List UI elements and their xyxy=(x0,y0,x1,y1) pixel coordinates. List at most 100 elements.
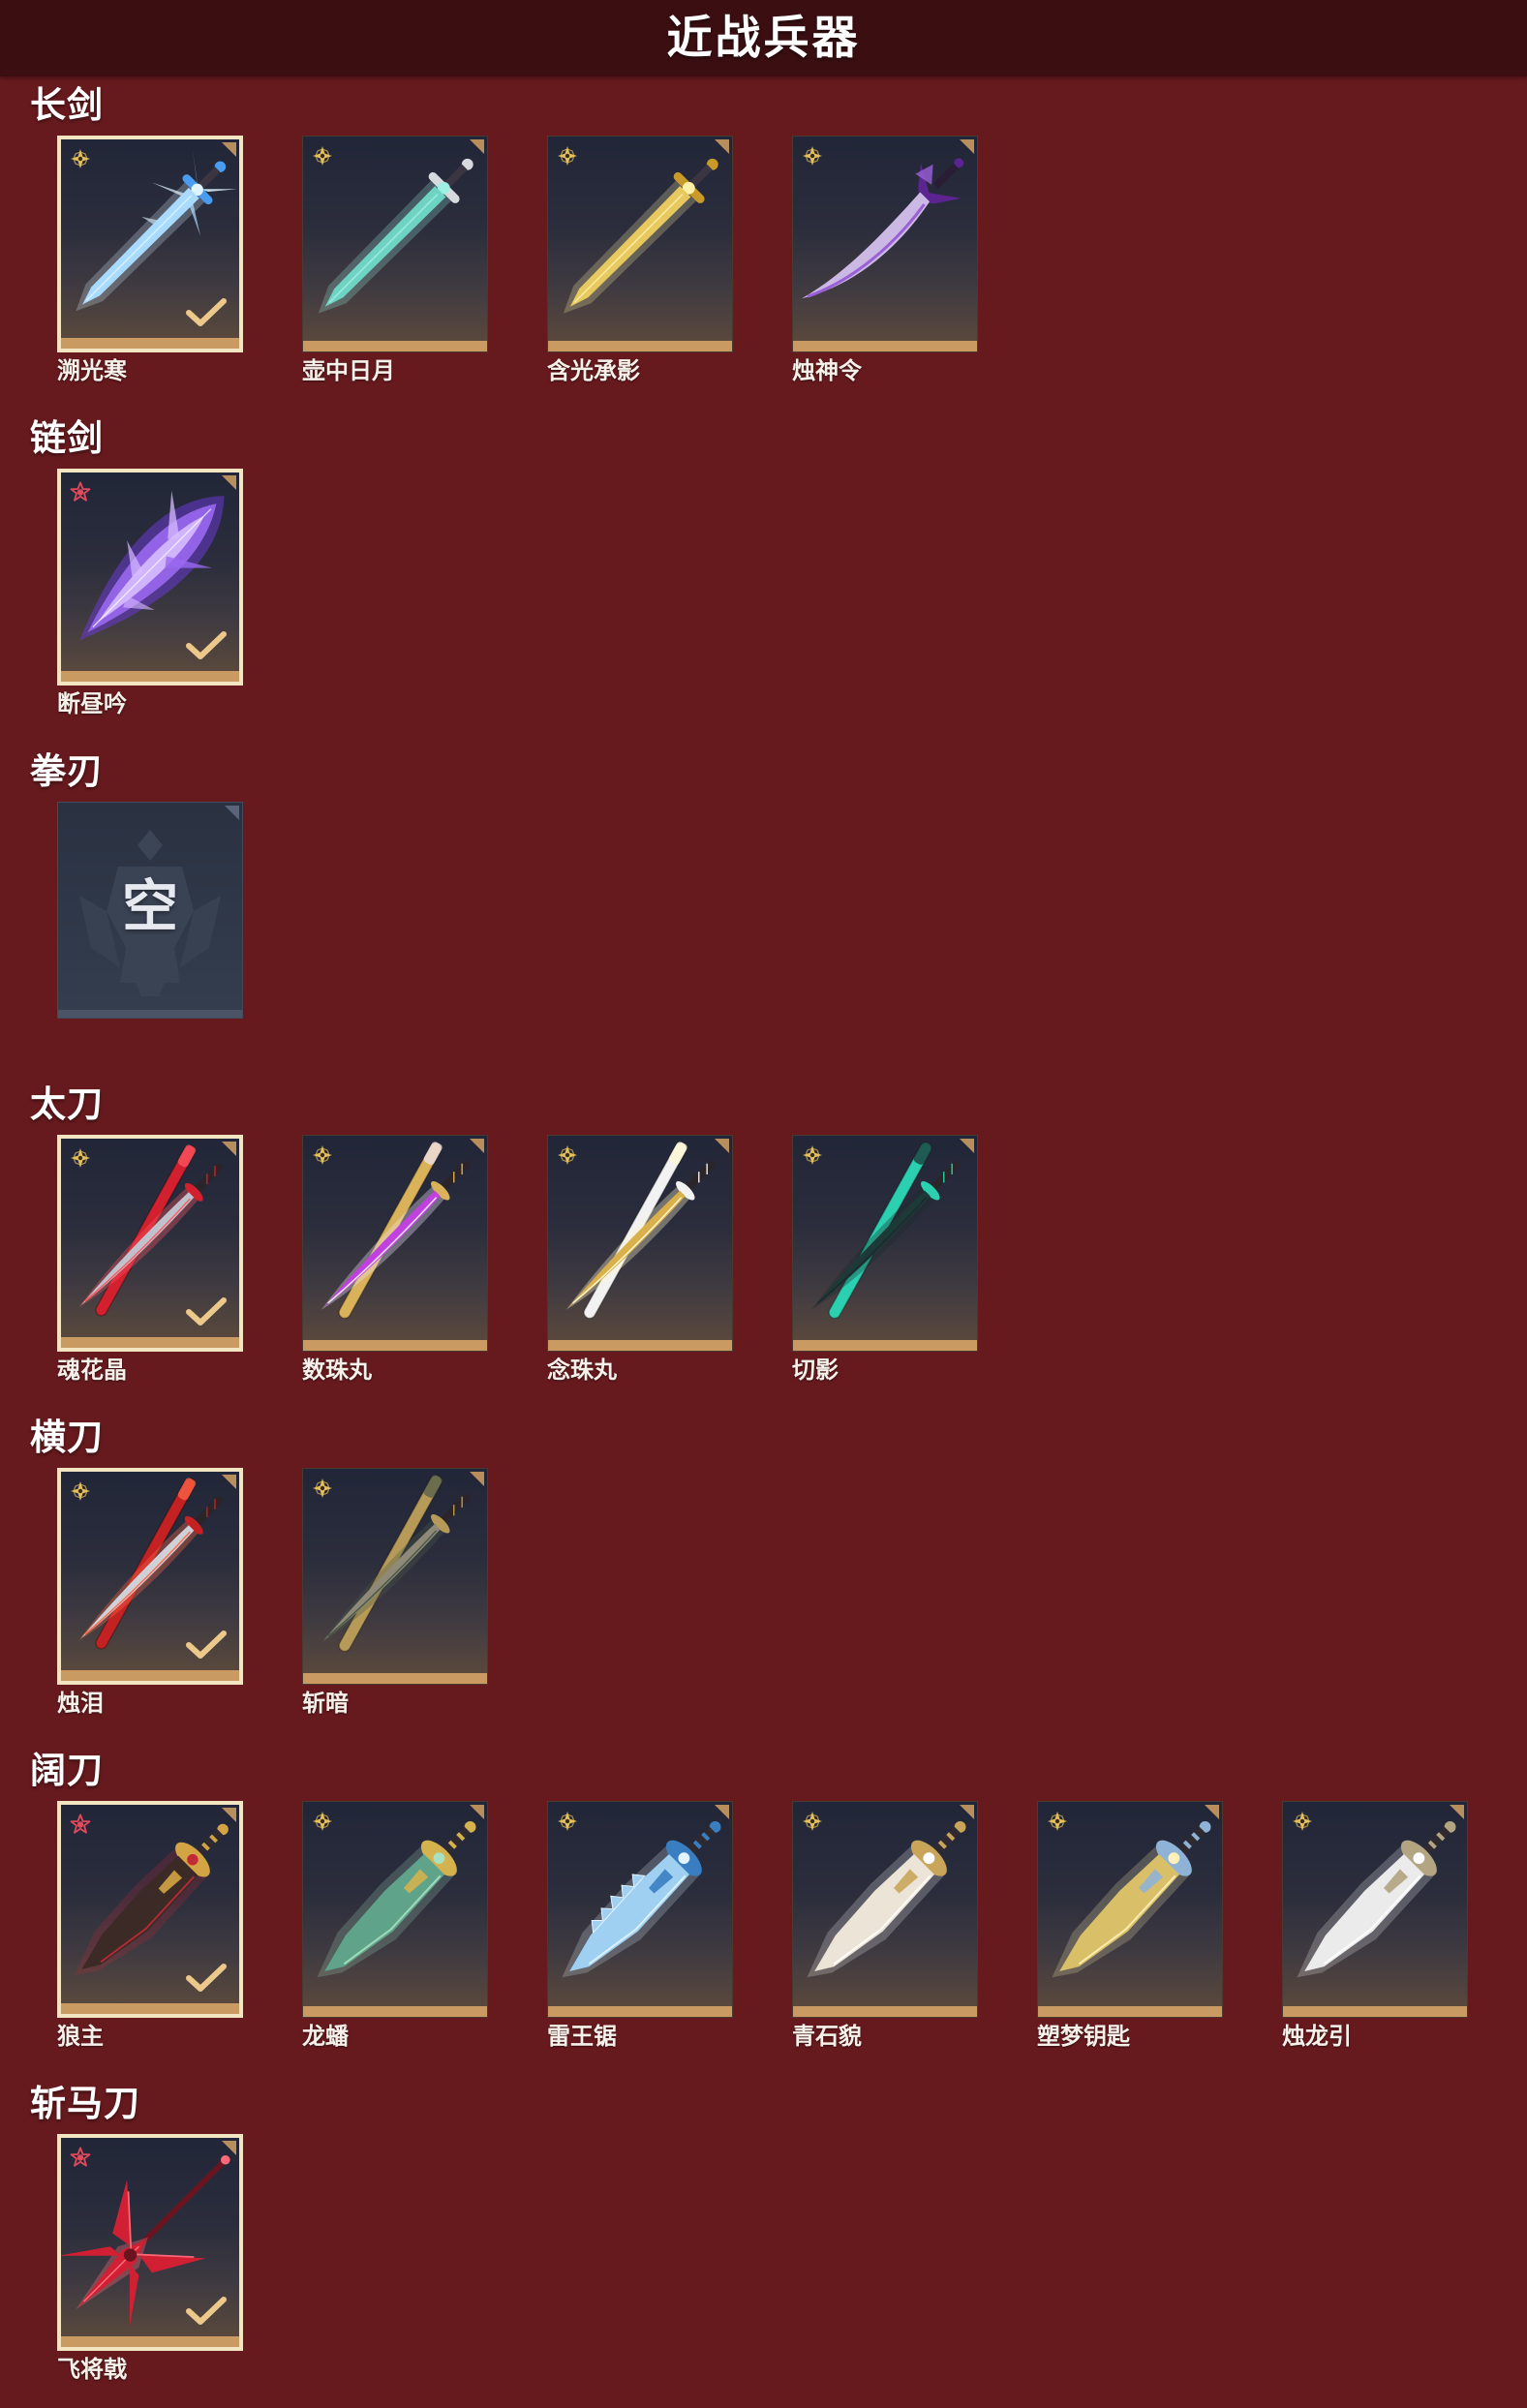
corner-tab-icon xyxy=(470,1472,484,1486)
card-bottom-bar xyxy=(793,1340,977,1351)
check-icon xyxy=(185,1296,228,1327)
corner-tab-icon xyxy=(222,142,236,157)
card-bottom-bar xyxy=(61,1337,239,1348)
weapon-card[interactable] xyxy=(57,1135,243,1352)
card-bottom-bar xyxy=(61,2003,239,2014)
weapon-card[interactable] xyxy=(547,1135,733,1352)
weapon-name: 斩暗 xyxy=(302,1690,349,1717)
gold-star-icon xyxy=(312,1811,333,1832)
weapon-image xyxy=(793,1802,977,2006)
section-title: 长剑 xyxy=(30,84,104,126)
page-title: 近战兵器 xyxy=(666,12,861,65)
weapon-image xyxy=(1038,1802,1222,2006)
section-title: 太刀 xyxy=(30,1083,104,1125)
weapon-card[interactable] xyxy=(792,1135,978,1352)
weapon-name: 断昼吟 xyxy=(57,690,127,717)
card-bottom-bar xyxy=(303,1340,487,1351)
weapon-card[interactable] xyxy=(302,1468,488,1685)
weapon-card[interactable] xyxy=(57,2134,243,2351)
weapon-card[interactable] xyxy=(792,136,978,352)
card-bottom-bar xyxy=(61,671,239,682)
weapon-image xyxy=(1283,1802,1467,2006)
weapon-image xyxy=(303,1136,487,1340)
gold-star-icon xyxy=(312,1144,333,1166)
corner-tab-icon xyxy=(470,139,484,154)
corner-tab-icon xyxy=(222,2141,236,2155)
weapon-name: 念珠丸 xyxy=(547,1356,617,1384)
empty-weapon-slot[interactable]: 空 xyxy=(57,802,243,1019)
weapon-section-hengdao: 横刀 烛泪 斩暗 xyxy=(0,1409,1527,1742)
card-bottom-bar xyxy=(58,1010,242,1018)
weapon-card[interactable] xyxy=(302,1801,488,2018)
weapon-image xyxy=(303,137,487,341)
gold-star-icon xyxy=(1047,1811,1068,1832)
weapon-name: 狼主 xyxy=(57,2023,104,2050)
gold-star-icon xyxy=(802,145,823,167)
weapon-card[interactable] xyxy=(1037,1801,1223,2018)
check-icon xyxy=(185,630,228,661)
gold-star-icon xyxy=(70,1480,91,1502)
corner-tab-icon xyxy=(960,1139,974,1153)
weapon-card[interactable] xyxy=(57,469,243,686)
corner-tab-icon xyxy=(470,1139,484,1153)
empty-slot-text: 空 xyxy=(121,873,178,939)
weapon-card[interactable] xyxy=(57,136,243,352)
weapon-name: 数珠丸 xyxy=(302,1356,372,1384)
weapon-name: 塑梦钥匙 xyxy=(1037,2023,1130,2050)
card-bottom-bar xyxy=(548,1340,732,1351)
corner-tab-icon xyxy=(222,1475,236,1489)
weapon-image xyxy=(303,1802,487,2006)
section-title: 斩马刀 xyxy=(30,2083,140,2124)
check-icon xyxy=(185,2296,228,2327)
weapon-name: 魂花晶 xyxy=(57,1356,127,1384)
weapon-section-broadsword: 阔刀 狼主 龙蟠 雷王锯 青石貌 塑梦钥匙 烛龙引 xyxy=(0,1742,1527,2075)
card-bottom-bar xyxy=(793,2006,977,2017)
weapon-name: 含光承影 xyxy=(547,357,640,384)
weapon-card[interactable] xyxy=(1282,1801,1468,2018)
card-bottom-bar xyxy=(303,341,487,351)
weapon-section-chain-sword: 链剑 断昼吟 xyxy=(0,410,1527,743)
card-bottom-bar xyxy=(61,338,239,349)
section-title: 横刀 xyxy=(30,1417,104,1458)
gold-star-icon xyxy=(70,148,91,169)
card-bottom-bar xyxy=(793,341,977,351)
card-bottom-bar xyxy=(303,1673,487,1684)
card-bottom-bar xyxy=(1283,2006,1467,2017)
card-bottom-bar xyxy=(303,2006,487,2017)
corner-tab-icon xyxy=(1205,1805,1219,1819)
gold-star-icon xyxy=(802,1811,823,1832)
weapon-card[interactable] xyxy=(547,1801,733,2018)
weapon-image xyxy=(548,1136,732,1340)
weapon-name: 烛龙引 xyxy=(1282,2023,1352,2050)
weapon-name: 切影 xyxy=(792,1356,839,1384)
corner-tab-icon xyxy=(222,1142,236,1156)
gold-star-icon xyxy=(312,1478,333,1499)
corner-tab-icon xyxy=(715,1139,729,1153)
card-bottom-bar xyxy=(548,2006,732,2017)
corner-tab-icon xyxy=(470,1805,484,1819)
corner-tab-icon xyxy=(222,1808,236,1822)
section-title: 拳刃 xyxy=(30,750,104,792)
weapon-image xyxy=(793,137,977,341)
weapon-name: 雷王锯 xyxy=(547,2023,617,2050)
weapon-name: 溯光寒 xyxy=(57,357,127,384)
red-star-icon xyxy=(70,481,91,503)
weapon-card[interactable] xyxy=(302,1135,488,1352)
corner-tab-icon xyxy=(715,139,729,154)
weapon-section-longsword: 长剑 溯光寒 壶中日月 含光承影 烛神令 xyxy=(0,76,1527,410)
weapon-name: 青石貌 xyxy=(792,2023,862,2050)
weapon-card[interactable] xyxy=(302,136,488,352)
corner-tab-icon xyxy=(222,475,236,490)
corner-tab-icon xyxy=(715,1805,729,1819)
weapon-section-tachi: 太刀 魂花晶 数珠丸 念珠丸 切影 xyxy=(0,1076,1527,1409)
card-bottom-bar xyxy=(61,1670,239,1681)
weapon-card[interactable] xyxy=(57,1468,243,1685)
weapon-card[interactable] xyxy=(792,1801,978,2018)
corner-tab-icon xyxy=(960,1805,974,1819)
weapon-card[interactable] xyxy=(57,1801,243,2018)
gold-star-icon xyxy=(312,145,333,167)
weapon-image xyxy=(548,137,732,341)
corner-tab-icon xyxy=(1450,1805,1464,1819)
gold-star-icon xyxy=(557,145,578,167)
weapon-card[interactable] xyxy=(547,136,733,352)
